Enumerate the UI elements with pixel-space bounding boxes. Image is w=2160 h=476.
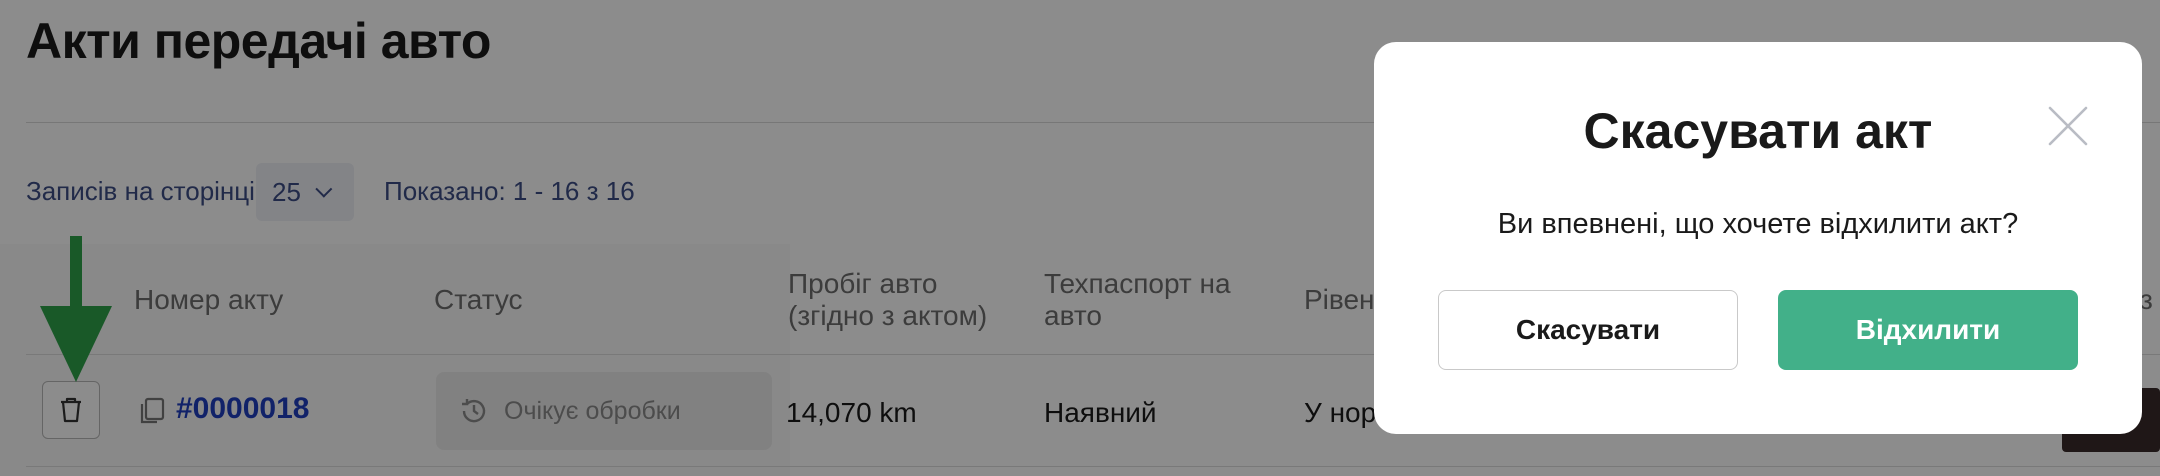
cancel-button[interactable]: Скасувати: [1438, 290, 1738, 370]
modal-message: Ви впевнені, що хочете відхилити акт?: [1497, 208, 2019, 240]
close-icon[interactable]: [2046, 104, 2090, 148]
reject-button[interactable]: Відхилити: [1778, 290, 2078, 370]
cancel-act-modal: Скасувати акт Ви впевнені, що хочете від…: [1374, 42, 2142, 434]
modal-title: Скасувати акт: [1583, 103, 1933, 159]
